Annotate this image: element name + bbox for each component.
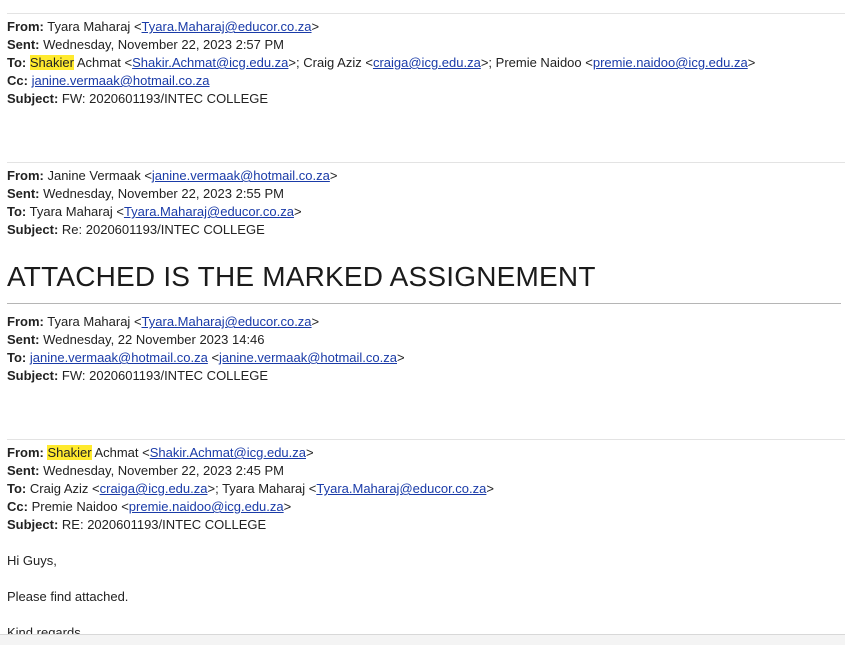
cc-line: Cc: Premie Naidoo <premie.naidoo@icg.edu… <box>7 499 292 514</box>
sent-line: Sent: Wednesday, November 22, 2023 2:45 … <box>7 463 285 478</box>
from-line: From: Shakier Achmat <Shakir.Achmat@icg.… <box>7 445 314 460</box>
message-body: Please find attached. <box>7 589 129 604</box>
message-header-4: From: Shakier Achmat <Shakir.Achmat@icg.… <box>7 444 845 534</box>
message-greeting: Hi Guys, <box>7 553 57 568</box>
message-header-3: From: Tyara Maharaj <Tyara.Maharaj@educo… <box>7 313 845 385</box>
cc-email-link[interactable]: janine.vermaak@hotmail.co.za <box>32 73 210 88</box>
from-email-link[interactable]: Tyara.Maharaj@educor.co.za <box>142 314 312 329</box>
to-email-link[interactable]: janine.vermaak@hotmail.co.za <box>219 350 397 365</box>
message-header-2: From: Janine Vermaak <janine.vermaak@hot… <box>7 167 845 239</box>
to-email-link[interactable]: craiga@icg.edu.za <box>373 55 481 70</box>
from-line: From: Tyara Maharaj <Tyara.Maharaj@educo… <box>7 19 320 34</box>
search-highlight: Shakier <box>29 55 74 70</box>
separator <box>7 303 841 304</box>
sent-line: Sent: Wednesday, November 22, 2023 2:55 … <box>7 186 285 201</box>
from-email-link[interactable]: janine.vermaak@hotmail.co.za <box>152 168 330 183</box>
subject-line: Subject: Re: 2020601193/INTEC COLLEGE <box>7 222 265 237</box>
to-email-link[interactable]: premie.naidoo@icg.edu.za <box>593 55 748 70</box>
window-bottom-edge <box>0 634 845 645</box>
separator-top <box>7 13 845 14</box>
cc-email-link[interactable]: premie.naidoo@icg.edu.za <box>129 499 284 514</box>
sent-line: Sent: Wednesday, November 22, 2023 2:57 … <box>7 37 285 52</box>
to-line: To: janine.vermaak@hotmail.co.za <janine… <box>7 350 405 365</box>
message-header-1: From: Tyara Maharaj <Tyara.Maharaj@educo… <box>7 18 845 108</box>
to-email-link[interactable]: janine.vermaak@hotmail.co.za <box>30 350 208 365</box>
subject-line: Subject: FW: 2020601193/INTEC COLLEGE <box>7 368 269 383</box>
subject-line: Subject: RE: 2020601193/INTEC COLLEGE <box>7 517 267 532</box>
to-email-link[interactable]: Tyara.Maharaj@educor.co.za <box>316 481 486 496</box>
to-line: To: Tyara Maharaj <Tyara.Maharaj@educor.… <box>7 204 302 219</box>
to-line: To: Craig Aziz <craiga@icg.edu.za>; Tyar… <box>7 481 494 496</box>
separator <box>7 162 845 163</box>
cc-line: Cc: janine.vermaak@hotmail.co.za <box>7 73 210 88</box>
message-body-banner: ATTACHED IS THE MARKED ASSIGNEMENT <box>7 261 596 292</box>
to-line: To: Shakier Achmat <Shakir.Achmat@icg.ed… <box>7 55 756 70</box>
to-email-link[interactable]: craiga@icg.edu.za <box>100 481 208 496</box>
separator <box>7 439 845 440</box>
from-email-link[interactable]: Shakir.Achmat@icg.edu.za <box>150 445 306 460</box>
from-line: From: Tyara Maharaj <Tyara.Maharaj@educo… <box>7 314 320 329</box>
sent-line: Sent: Wednesday, 22 November 2023 14:46 <box>7 332 265 347</box>
subject-line: Subject: FW: 2020601193/INTEC COLLEGE <box>7 91 269 106</box>
from-line: From: Janine Vermaak <janine.vermaak@hot… <box>7 168 338 183</box>
search-highlight: Shakier <box>47 445 92 460</box>
to-email-link[interactable]: Tyara.Maharaj@educor.co.za <box>124 204 294 219</box>
from-email-link[interactable]: Tyara.Maharaj@educor.co.za <box>142 19 312 34</box>
to-email-link[interactable]: Shakir.Achmat@icg.edu.za <box>132 55 288 70</box>
